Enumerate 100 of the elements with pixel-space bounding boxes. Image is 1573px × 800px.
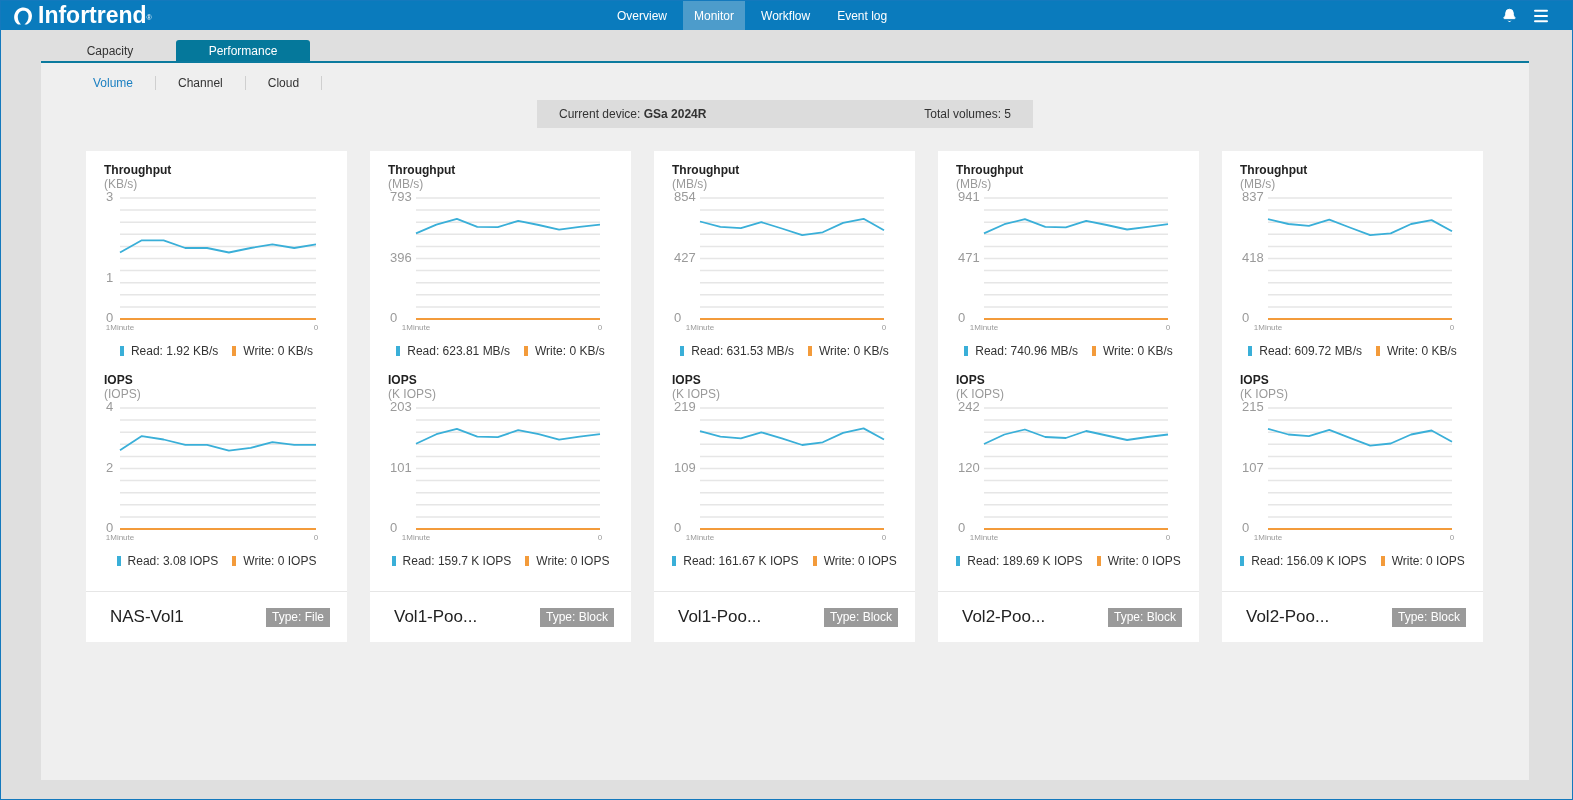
x-axis-tick-label: 1Minute	[685, 533, 715, 543]
chart-unit-label: (K IOPS)	[388, 387, 437, 401]
y-axis-tick-label: 120	[958, 460, 980, 476]
x-axis-tick-label: 0	[881, 323, 887, 333]
legend-label: Write: 0 IOPS	[243, 554, 317, 568]
x-axis-tick-label: 1Minute	[401, 323, 431, 333]
page-tab[interactable]: Performance	[176, 40, 310, 61]
legend-label: Read: 161.67 K IOPS	[683, 554, 799, 568]
volume-name: Vol1-Poo...	[394, 606, 478, 629]
x-axis-tick-label: 1Minute	[685, 323, 715, 333]
legend-label: Read: 623.81 MB/s	[407, 344, 510, 358]
legend-label: Write: 0 KB/s	[818, 344, 889, 358]
chart-title: Throughput	[672, 163, 741, 177]
y-axis-tick-label: 0	[1242, 520, 1250, 536]
y-axis-tick-label: 418	[1242, 250, 1264, 265]
y-axis-tick-label: 471	[958, 249, 980, 265]
y-axis-tick-label: 0	[674, 310, 682, 326]
x-axis-tick-label: 0	[1449, 323, 1455, 333]
legend-label: Write: 0 IOPS	[536, 554, 610, 568]
x-axis-tick-label: 0	[881, 533, 887, 543]
y-axis-tick-label: 0	[674, 520, 682, 536]
chart-unit-label: (MB/s)	[956, 177, 993, 191]
y-axis-tick-label: 0	[106, 310, 114, 326]
legend-label: Read: 159.7 K IOPS	[402, 554, 512, 568]
x-axis-tick-label: 1Minute	[105, 533, 135, 543]
chart-title: Throughput	[1240, 163, 1309, 177]
chart-title: IOPS	[388, 373, 418, 387]
x-axis-tick-label: 1Minute	[1253, 533, 1283, 543]
current-device-label: Current device: GSa 2024R	[559, 106, 707, 123]
y-axis-tick-label: 0	[958, 310, 966, 326]
x-axis-tick-label: 1Minute	[969, 533, 999, 543]
legend-label: Read: 189.69 K IOPS	[967, 554, 1083, 568]
subnav-tab[interactable]: Volume	[71, 76, 157, 90]
y-axis-tick-label: 1	[106, 270, 114, 286]
x-axis-tick-label: 0	[597, 323, 603, 333]
x-axis-tick-label: 0	[597, 533, 603, 543]
y-axis-tick-label: 0	[390, 310, 398, 326]
legend-label: Read: 631.53 MB/s	[691, 344, 794, 358]
legend-label: Write: 0 KB/s	[1386, 344, 1457, 358]
x-axis-tick-label: 0	[1165, 533, 1171, 543]
chart-unit-label: (K IOPS)	[1240, 387, 1289, 401]
x-axis-tick-label: 0	[1449, 533, 1455, 543]
legend-label: Write: 0 IOPS	[823, 554, 897, 568]
legend-label: Read: 740.96 MB/s	[975, 344, 1078, 358]
legend-label: Read: 3.08 IOPS	[127, 554, 219, 568]
chart-unit-label: (IOPS)	[104, 387, 142, 401]
volume-type-badge: Type: Block	[1107, 607, 1182, 627]
volume-name: Vol2-Poo...	[962, 606, 1046, 629]
chart-title: IOPS	[956, 373, 986, 387]
chart-unit-label: (MB/s)	[672, 177, 709, 191]
chart-unit-label: (K IOPS)	[956, 387, 1005, 401]
notification-bell-icon[interactable]	[1501, 7, 1517, 24]
y-axis-tick-label: 101	[390, 460, 412, 476]
chart-title: Throughput	[956, 163, 1025, 177]
y-axis-tick-label: 0	[1242, 310, 1250, 326]
nav-tab[interactable]: Workflow	[750, 1, 822, 30]
x-axis-tick-label: 1Minute	[401, 533, 431, 543]
y-axis-tick-label: 0	[106, 520, 114, 536]
volume-type-badge: Type: Block	[823, 607, 898, 627]
volume-type-badge: Type: Block	[1391, 607, 1466, 627]
y-axis-tick-label: 396	[390, 250, 412, 265]
chart-unit-label: (KB/s)	[104, 177, 139, 191]
volume-type-badge: Type: Block	[539, 607, 614, 627]
total-volumes-label: Total volumes: 5	[924, 106, 1011, 123]
legend-label: Write: 0 KB/s	[534, 344, 605, 358]
page-tab[interactable]: Capacity	[45, 40, 175, 61]
y-axis-tick-label: 2	[106, 459, 114, 475]
legend-label: Write: 0 IOPS	[1391, 554, 1465, 568]
chart-title: Throughput	[104, 163, 173, 177]
x-axis-tick-label: 0	[313, 533, 319, 543]
legend-label: Read: 156.09 K IOPS	[1251, 554, 1367, 568]
logo-mark-icon	[13, 6, 33, 25]
volume-name: Vol1-Poo...	[678, 606, 762, 629]
subnav-tab[interactable]: Cloud	[245, 76, 323, 90]
chart-title: IOPS	[672, 373, 702, 387]
y-axis-tick-label: 427	[674, 249, 696, 265]
legend-label: Read: 609.72 MB/s	[1259, 344, 1362, 358]
menu-icon[interactable]	[1532, 7, 1550, 24]
chart-unit-label: (MB/s)	[1240, 177, 1277, 191]
volume-name: NAS-Vol1	[110, 606, 184, 629]
chart-unit-label: (K IOPS)	[672, 387, 721, 401]
y-axis-tick-label: 0	[390, 520, 398, 536]
subnav-tab[interactable]: Channel	[156, 76, 246, 90]
nav-tab[interactable]: Overview	[606, 1, 678, 30]
x-axis-tick-label: 0	[1165, 323, 1171, 333]
nav-tab[interactable]: Event log	[826, 1, 899, 30]
legend-label: Write: 0 KB/s	[243, 344, 314, 358]
volume-name: Vol2-Poo...	[1246, 606, 1330, 629]
x-axis-tick-label: 1Minute	[105, 323, 135, 333]
y-axis-tick-label: 0	[958, 520, 966, 536]
legend-label: Read: 1.92 KB/s	[130, 344, 219, 358]
chart-title: IOPS	[1240, 373, 1270, 387]
nav-tab[interactable]: Monitor	[683, 1, 746, 30]
x-axis-tick-label: 1Minute	[1253, 323, 1283, 333]
chart-unit-label: (MB/s)	[388, 177, 425, 191]
chart-title: IOPS	[104, 373, 134, 387]
volume-type-badge: Type: File	[265, 607, 330, 627]
chart-title: Throughput	[388, 163, 457, 177]
x-axis-tick-label: 1Minute	[969, 323, 999, 333]
x-axis-tick-label: 0	[313, 323, 319, 333]
